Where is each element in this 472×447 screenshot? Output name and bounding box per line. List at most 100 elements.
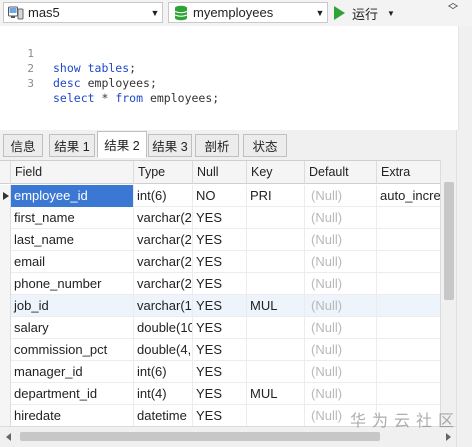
cell-null[interactable]: YES: [193, 383, 247, 405]
cell-field[interactable]: phone_number: [11, 273, 134, 295]
database-select[interactable]: myemployees ▼: [168, 2, 328, 23]
cell-type[interactable]: double(10: [134, 317, 193, 339]
row-selector[interactable]: [0, 295, 11, 317]
cell-default[interactable]: (Null): [305, 361, 377, 383]
table-row[interactable]: last_name varchar(25 YES (Null): [0, 229, 456, 251]
column-header-key[interactable]: Key: [247, 161, 305, 184]
cell-default[interactable]: (Null): [305, 339, 377, 361]
row-selector[interactable]: [0, 383, 11, 405]
scroll-left-icon[interactable]: [6, 433, 11, 441]
column-header-null[interactable]: Null: [193, 161, 247, 184]
cell-field[interactable]: manager_id: [11, 361, 134, 383]
overflow-chevron-icon[interactable]: ︿ ﹀: [448, 0, 458, 17]
table-row[interactable]: first_name varchar(20 YES (Null): [0, 207, 456, 229]
table-row[interactable]: phone_number varchar(20 YES (Null): [0, 273, 456, 295]
row-selector[interactable]: [0, 229, 11, 251]
cell-null[interactable]: YES: [193, 295, 247, 317]
cell-field[interactable]: email: [11, 251, 134, 273]
cell-type[interactable]: double(4,: [134, 339, 193, 361]
cell-field[interactable]: hiredate: [11, 405, 134, 426]
table-row[interactable]: salary double(10 YES (Null): [0, 317, 456, 339]
cell-key[interactable]: [247, 405, 305, 426]
cell-default[interactable]: (Null): [305, 273, 377, 295]
cell-field[interactable]: salary: [11, 317, 134, 339]
result-grid[interactable]: Field Type Null Key Default Extra employ…: [0, 160, 456, 426]
cell-null[interactable]: NO: [193, 185, 247, 207]
cell-default[interactable]: (Null): [305, 383, 377, 405]
cell-type[interactable]: datetime: [134, 405, 193, 426]
row-selector[interactable]: [0, 207, 11, 229]
table-row[interactable]: job_id varchar(10 YES MUL (Null): [0, 295, 456, 317]
cell-default[interactable]: (Null): [305, 185, 377, 207]
cell-key[interactable]: [247, 273, 305, 295]
run-button[interactable]: 运行 ▼: [334, 3, 395, 23]
cell-null[interactable]: YES: [193, 207, 247, 229]
cell-field[interactable]: first_name: [11, 207, 134, 229]
cell-field[interactable]: last_name: [11, 229, 134, 251]
chevron-down-icon[interactable]: ▼: [313, 3, 327, 22]
tab-result-1[interactable]: 结果 1: [49, 134, 95, 157]
chevron-down-icon[interactable]: ▼: [148, 3, 162, 22]
row-selector[interactable]: [0, 251, 11, 273]
cell-null[interactable]: YES: [193, 361, 247, 383]
cell-null[interactable]: YES: [193, 273, 247, 295]
connection-select[interactable]: mas5 ▼: [3, 2, 163, 23]
cell-key[interactable]: PRI: [247, 185, 305, 207]
cell-default[interactable]: (Null): [305, 229, 377, 251]
cell-null[interactable]: YES: [193, 339, 247, 361]
tab-info[interactable]: 信息: [3, 134, 43, 157]
cell-type[interactable]: varchar(25: [134, 251, 193, 273]
row-selector[interactable]: [0, 317, 11, 339]
scrollbar-thumb[interactable]: [444, 182, 454, 300]
cell-field[interactable]: employee_id: [11, 185, 134, 207]
cell-field[interactable]: job_id: [11, 295, 134, 317]
cell-key[interactable]: MUL: [247, 295, 305, 317]
column-header-field[interactable]: Field: [11, 161, 134, 184]
cell-field[interactable]: department_id: [11, 383, 134, 405]
row-selector[interactable]: [0, 185, 11, 207]
cell-null[interactable]: YES: [193, 229, 247, 251]
cell-key[interactable]: [247, 229, 305, 251]
row-selector[interactable]: [0, 273, 11, 295]
cell-key[interactable]: MUL: [247, 383, 305, 405]
tab-result-3[interactable]: 结果 3: [148, 134, 192, 157]
cell-default[interactable]: (Null): [305, 251, 377, 273]
cell-key[interactable]: [247, 339, 305, 361]
cell-field[interactable]: commission_pct: [11, 339, 134, 361]
cell-type[interactable]: varchar(10: [134, 295, 193, 317]
table-row[interactable]: employee_id int(6) NO PRI (Null) auto_incre: [0, 185, 456, 207]
cell-key[interactable]: [247, 361, 305, 383]
cell-key[interactable]: [247, 207, 305, 229]
cell-type[interactable]: varchar(20: [134, 273, 193, 295]
column-header-type[interactable]: Type: [134, 161, 193, 184]
row-selector[interactable]: [0, 339, 11, 361]
row-selector[interactable]: [0, 361, 11, 383]
cell-null[interactable]: YES: [193, 317, 247, 339]
cell-type[interactable]: varchar(20: [134, 207, 193, 229]
cell-null[interactable]: YES: [193, 251, 247, 273]
cell-type[interactable]: varchar(25: [134, 229, 193, 251]
cell-default[interactable]: (Null): [305, 295, 377, 317]
column-header-default[interactable]: Default: [305, 161, 377, 184]
cell-default[interactable]: (Null): [305, 207, 377, 229]
cell-null[interactable]: YES: [193, 405, 247, 426]
cell-type[interactable]: int(4): [134, 383, 193, 405]
cell-type[interactable]: int(6): [134, 361, 193, 383]
cell-type[interactable]: int(6): [134, 185, 193, 207]
cell-key[interactable]: [247, 251, 305, 273]
sql-editor[interactable]: 1 show tables; 2 desc employees; 3 selec…: [0, 26, 458, 130]
table-row[interactable]: manager_id int(6) YES (Null): [0, 361, 456, 383]
cell-key[interactable]: [247, 317, 305, 339]
tab-result-2[interactable]: 结果 2: [97, 131, 147, 158]
tab-status[interactable]: 状态: [243, 134, 287, 157]
table-row[interactable]: commission_pct double(4, YES (Null): [0, 339, 456, 361]
cell-default[interactable]: (Null): [305, 317, 377, 339]
tab-profile[interactable]: 剖析: [195, 134, 239, 157]
table-row[interactable]: department_id int(4) YES MUL (Null): [0, 383, 456, 405]
table-row[interactable]: email varchar(25 YES (Null): [0, 251, 456, 273]
row-selector[interactable]: [0, 405, 11, 426]
grid-vertical-scrollbar[interactable]: [440, 160, 456, 426]
scrollbar-thumb[interactable]: [20, 432, 380, 441]
chevron-down-icon[interactable]: ▼: [387, 9, 395, 18]
scroll-right-icon[interactable]: [446, 433, 451, 441]
